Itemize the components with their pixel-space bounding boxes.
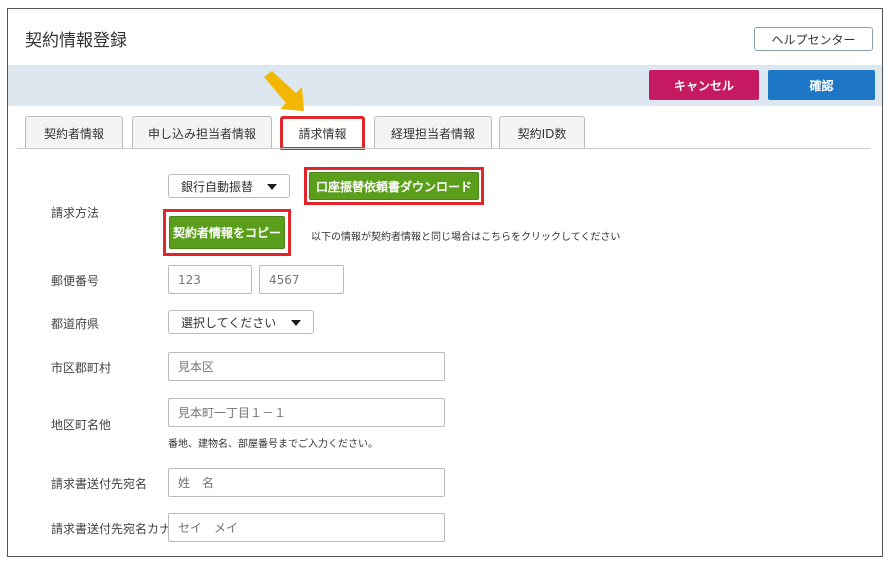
page-title: 契約情報登録 [25,31,127,51]
billing-method-value: 銀行自動振替 [181,179,254,194]
tab-contract-id-count[interactable]: 契約ID数 [499,116,585,149]
chevron-down-icon [267,184,277,190]
city-label: 市区郡町村 [51,361,112,375]
prefecture-value: 選択してください [181,315,277,330]
postal-code-second-input[interactable] [259,265,344,294]
tab-billing-info[interactable]: 請求情報 [280,116,365,150]
tab-divider [17,148,870,149]
postal-code-first-input[interactable] [168,265,252,294]
prefecture-label: 都道府県 [51,317,100,331]
district-label: 地区町名他 [51,418,112,432]
recipient-kana-label: 請求書送付先宛名カナ [51,522,172,536]
recipient-kana-input[interactable] [168,513,445,542]
tab-applicant-contact[interactable]: 申し込み担当者情報 [132,116,272,149]
tab-accounting-contact[interactable]: 経理担当者情報 [374,116,492,149]
pointer-arrow-icon [264,71,304,111]
district-note: 番地、建物名、部屋番号までご入力ください。 [168,439,378,450]
cancel-button[interactable]: キャンセル [649,70,759,100]
chevron-down-icon [291,320,301,326]
help-center-button[interactable]: ヘルプセンター [754,27,873,51]
download-transfer-form-button[interactable]: 口座振替依頼書ダウンロード [309,172,479,200]
billing-method-select[interactable]: 銀行自動振替 [168,174,290,198]
page-frame: 契約情報登録 ヘルプセンター キャンセル 確認 契約者情報 申し込み担当者情報 … [7,8,883,557]
confirm-button[interactable]: 確認 [768,70,875,100]
billing-method-label: 請求方法 [51,206,100,220]
copy-note: 以下の情報が契約者情報と同じ場合はこちらをクリックしてください [311,232,621,243]
recipient-name-input[interactable] [168,468,445,497]
prefecture-select[interactable]: 選択してください [168,310,314,334]
city-input[interactable] [168,352,445,381]
district-input[interactable] [168,398,445,427]
copy-contractor-info-button[interactable]: 契約者情報をコピー [169,216,285,249]
recipient-name-label: 請求書送付先宛名 [51,477,148,491]
tab-contractor-info[interactable]: 契約者情報 [25,116,123,149]
postal-code-label: 郵便番号 [51,274,100,288]
